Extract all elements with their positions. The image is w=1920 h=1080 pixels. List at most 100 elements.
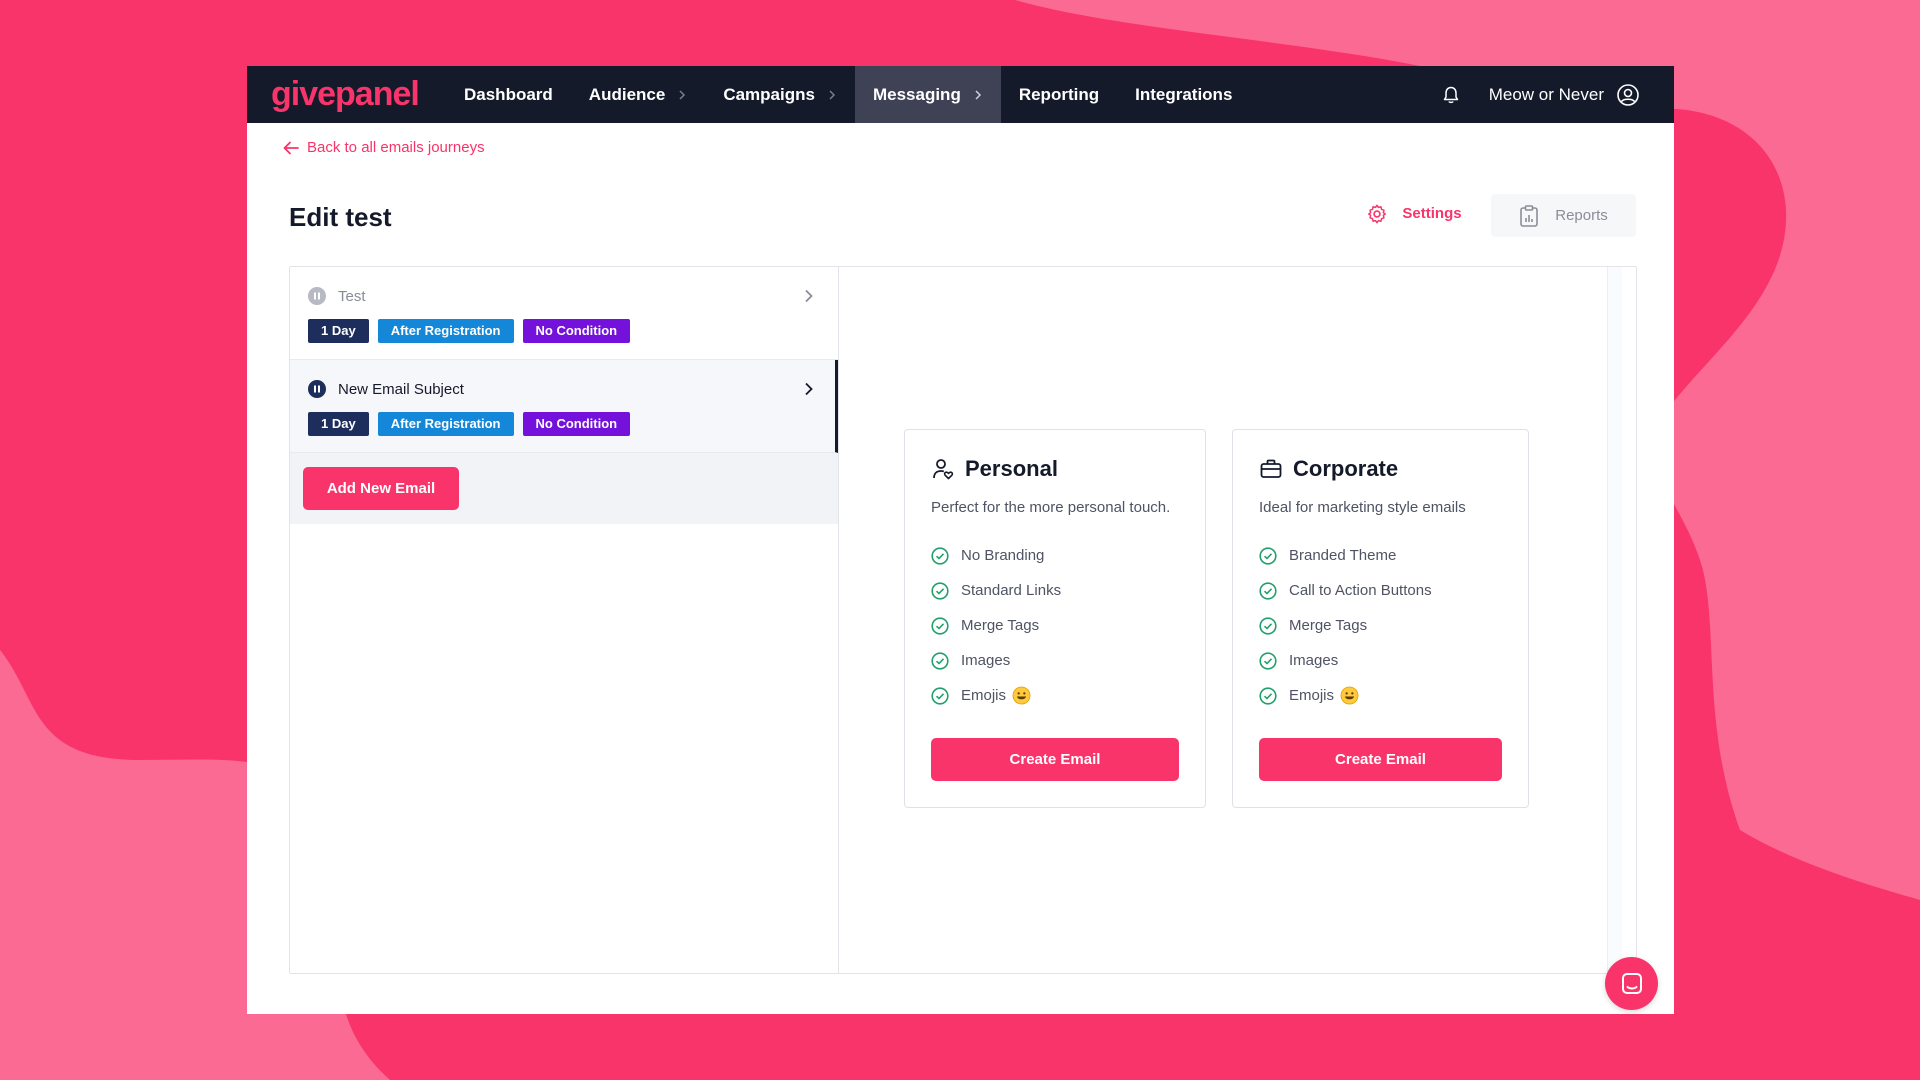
reports-button[interactable]: Reports	[1491, 194, 1636, 237]
feature-label: Images	[1289, 652, 1339, 669]
check-circle-icon	[931, 616, 949, 635]
nav-item-label: Messaging	[872, 84, 961, 104]
email-tags: 1 Day After Registration No Condition	[308, 412, 835, 436]
feature-item: Call to Action Buttons	[1259, 573, 1502, 608]
nav-item-label: Reporting	[1018, 84, 1100, 104]
check-circle-icon	[931, 651, 949, 670]
back-link[interactable]: Back to all emails journeys	[283, 139, 485, 156]
nav-item-integrations[interactable]: Integrations	[1117, 66, 1250, 123]
feature-label: Merge Tags	[1289, 617, 1368, 634]
nav-item-reporting[interactable]: Reporting	[1001, 66, 1117, 123]
nav-item-audience[interactable]: Audience	[571, 66, 706, 123]
feature-item: Emojis	[1259, 678, 1502, 713]
card-description: Ideal for marketing style emails	[1259, 499, 1466, 516]
gear-icon	[1368, 204, 1387, 223]
back-link-label: Back to all emails journeys	[307, 139, 485, 156]
nav-item-campaigns[interactable]: Campaigns	[705, 66, 855, 123]
user-heart-icon	[933, 459, 954, 480]
chevron-right-icon[interactable]	[802, 382, 816, 396]
user-circle-icon[interactable]	[1616, 83, 1640, 107]
personal-template-card[interactable]: Personal Perfect for the more personal t…	[904, 429, 1206, 808]
journey-panel: Test 1 Day After Registration No Conditi…	[289, 266, 1637, 974]
delay-tag: 1 Day	[308, 319, 369, 343]
user-name[interactable]: Meow or Never	[1489, 85, 1604, 105]
arrow-left-icon	[283, 141, 299, 154]
grinning-emoji-icon	[1340, 686, 1359, 705]
nav-item-label: Integrations	[1135, 84, 1233, 104]
app-window: givepanel Dashboard Audience Campaigns M…	[247, 66, 1674, 1014]
chevron-right-icon	[975, 89, 981, 100]
feature-label: Emojis	[1289, 687, 1335, 704]
check-circle-icon	[1259, 616, 1277, 635]
feature-item: Emojis	[931, 678, 1179, 713]
delay-tag: 1 Day	[308, 412, 369, 436]
feature-item: Images	[1259, 643, 1502, 678]
nav-right: Meow or Never	[1441, 66, 1640, 123]
email-title: Test	[338, 287, 366, 305]
grinning-emoji-icon	[1012, 686, 1031, 705]
nav-item-label: Dashboard	[464, 84, 553, 104]
feature-item: Images	[931, 643, 1179, 678]
nav-item-dashboard[interactable]: Dashboard	[446, 66, 571, 123]
feature-label: No Branding	[961, 547, 1045, 564]
feature-label: Merge Tags	[961, 617, 1040, 634]
email-list: Test 1 Day After Registration No Conditi…	[290, 267, 839, 973]
email-tags: 1 Day After Registration No Condition	[308, 319, 838, 343]
feature-item: Branded Theme	[1259, 538, 1502, 573]
email-item-new-email-subject[interactable]: New Email Subject 1 Day After Registrati…	[290, 360, 838, 453]
feature-list: Branded Theme Call to Action Buttons Mer…	[1259, 538, 1502, 713]
feature-label: Call to Action Buttons	[1289, 582, 1432, 599]
feature-label: Images	[961, 652, 1011, 669]
feature-label: Emojis	[961, 687, 1007, 704]
corporate-template-card[interactable]: Corporate Ideal for marketing style emai…	[1232, 429, 1529, 808]
nav-items: Dashboard Audience Campaigns Messaging R…	[446, 66, 1250, 123]
bell-icon[interactable]	[1441, 85, 1461, 105]
check-circle-icon	[1259, 581, 1277, 600]
feature-label: Branded Theme	[1289, 547, 1397, 564]
chevron-right-icon[interactable]	[802, 289, 816, 303]
trigger-tag: After Registration	[377, 412, 514, 436]
chat-icon	[1621, 972, 1642, 994]
check-circle-icon	[931, 581, 949, 600]
condition-tag: No Condition	[522, 412, 631, 436]
pause-icon	[308, 287, 326, 305]
settings-label: Settings	[1402, 205, 1462, 222]
email-item-test[interactable]: Test 1 Day After Registration No Conditi…	[290, 267, 838, 360]
feature-item: Merge Tags	[1259, 608, 1502, 643]
page-title: Edit test	[289, 202, 392, 232]
feature-list: No Branding Standard Links Merge Tags Im…	[931, 538, 1179, 713]
card-title: Personal	[965, 456, 1058, 481]
condition-tag: No Condition	[522, 319, 631, 343]
givepanel-logo[interactable]: givepanel	[271, 66, 441, 123]
feature-item: Standard Links	[931, 573, 1179, 608]
chevron-right-icon	[829, 89, 836, 100]
nav-item-label: Campaigns	[723, 84, 815, 104]
add-email-area: Add New Email	[290, 453, 838, 524]
template-chooser: Personal Perfect for the more personal t…	[840, 267, 1622, 973]
check-circle-icon	[1259, 651, 1277, 670]
feature-item: No Branding	[931, 538, 1179, 573]
chevron-right-icon	[679, 89, 686, 100]
nav-item-messaging[interactable]: Messaging	[854, 66, 1001, 123]
add-new-email-button[interactable]: Add New Email	[303, 467, 459, 510]
chat-launcher-button[interactable]	[1605, 957, 1658, 1010]
briefcase-icon	[1260, 459, 1282, 478]
trigger-tag: After Registration	[377, 319, 514, 343]
card-title: Corporate	[1293, 456, 1399, 481]
pause-icon	[308, 380, 326, 398]
clipboard-chart-icon	[1520, 204, 1539, 227]
check-circle-icon	[1259, 686, 1277, 705]
create-personal-email-button[interactable]: Create Email	[931, 738, 1179, 781]
check-circle-icon	[931, 546, 949, 565]
settings-button[interactable]: Settings	[1355, 191, 1473, 236]
feature-item: Merge Tags	[931, 608, 1179, 643]
top-navigation: givepanel Dashboard Audience Campaigns M…	[247, 66, 1674, 123]
reports-label: Reports	[1555, 207, 1608, 224]
create-corporate-email-button[interactable]: Create Email	[1259, 738, 1502, 781]
check-circle-icon	[1259, 546, 1277, 565]
card-description: Perfect for the more personal touch.	[931, 499, 1171, 516]
check-circle-icon	[931, 686, 949, 705]
nav-item-label: Audience	[588, 84, 666, 104]
feature-label: Standard Links	[961, 582, 1062, 599]
vertical-scrollbar[interactable]	[1607, 267, 1622, 973]
